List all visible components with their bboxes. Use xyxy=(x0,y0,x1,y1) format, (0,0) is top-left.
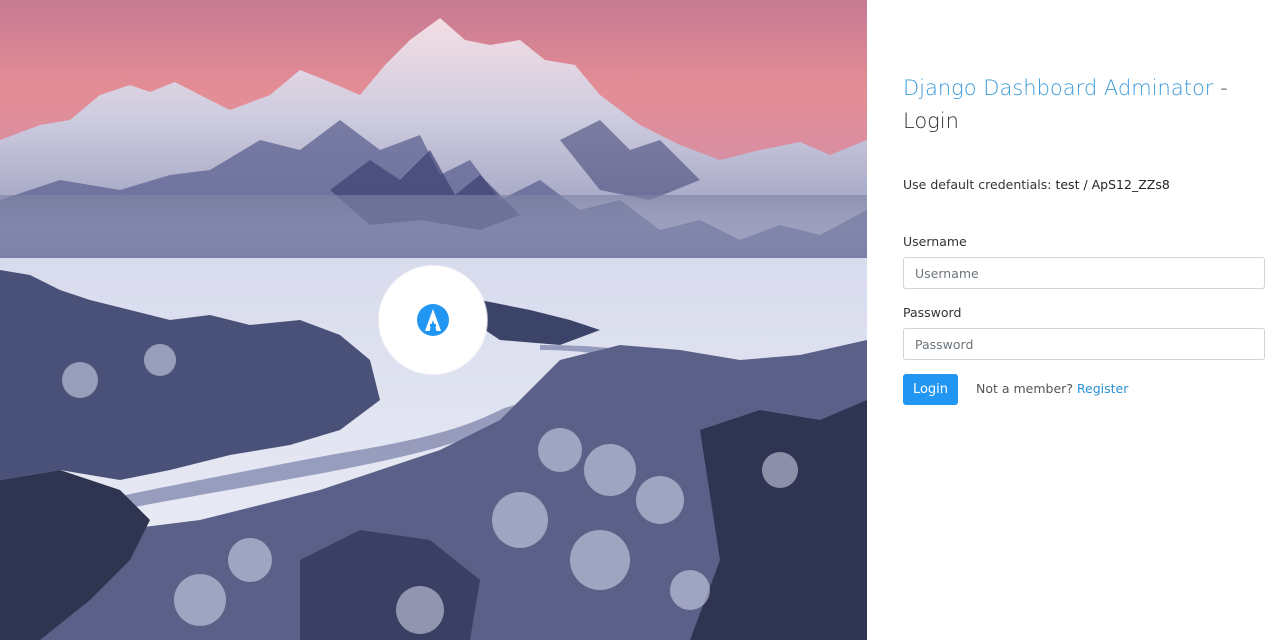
register-prompt: Not a member? Register xyxy=(976,381,1128,396)
title-separator: - xyxy=(1213,76,1228,100)
register-link[interactable]: Register xyxy=(1077,381,1128,396)
adminator-logo-icon xyxy=(417,304,449,336)
hero-image xyxy=(0,0,867,640)
member-text: Not a member? xyxy=(976,381,1077,396)
login-panel: Django Dashboard Adminator - Login Use d… xyxy=(867,0,1280,640)
title-suffix: Login xyxy=(903,109,959,133)
brand-link[interactable]: Django Dashboard Adminator xyxy=(903,76,1213,100)
logo-badge xyxy=(379,266,487,374)
password-input[interactable] xyxy=(903,328,1265,360)
credentials-prefix: Use default credentials: xyxy=(903,177,1056,192)
password-label: Password xyxy=(903,305,962,320)
credentials-value: test / ApS12_ZZs8 xyxy=(1055,177,1170,192)
username-label: Username xyxy=(903,234,967,249)
login-button[interactable]: Login xyxy=(903,374,958,405)
username-input[interactable] xyxy=(903,257,1265,289)
credentials-hint: Use default credentials: test / ApS12_ZZ… xyxy=(903,177,1170,192)
page-title: Django Dashboard Adminator - Login xyxy=(903,72,1233,138)
